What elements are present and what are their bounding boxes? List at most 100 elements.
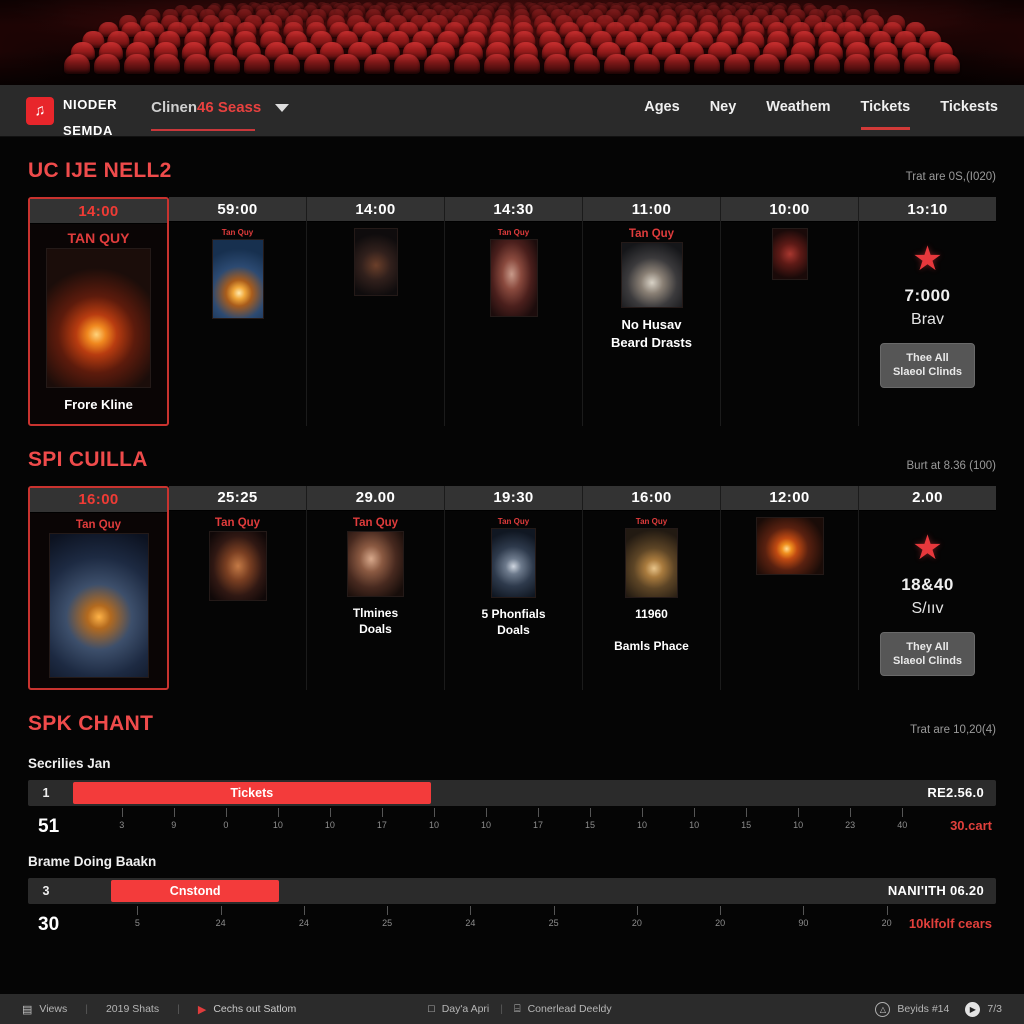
movie-subtitle: Tan Quy xyxy=(214,516,261,529)
showtime-card[interactable]: 14:30 Tan Quy xyxy=(445,197,583,426)
axis-tick-label: 10 xyxy=(689,819,700,830)
showtime-card[interactable]: 25:25 Tan Quy xyxy=(169,485,307,690)
brand[interactable]: ♫ NIODER SEMDA xyxy=(26,85,117,137)
movie-poster[interactable] xyxy=(208,530,267,601)
axis-tick-label: 0 xyxy=(223,819,229,830)
showtime-time[interactable]: 16:00 xyxy=(583,485,720,511)
chevron-down-icon[interactable] xyxy=(275,103,290,112)
nav-link-weathem[interactable]: Weathem xyxy=(766,99,830,122)
showtime-card[interactable]: 14:00 xyxy=(307,197,445,426)
chart-bar[interactable]: Cnstond xyxy=(111,879,279,902)
footer-item[interactable]: ▤ Views xyxy=(22,1003,67,1016)
star-icon: ★ xyxy=(912,240,943,278)
cinema-selector-part1: Clinen xyxy=(151,99,198,116)
movie-poster[interactable] xyxy=(620,242,683,308)
movie-poster[interactable] xyxy=(755,516,824,575)
showtime-time[interactable]: 14:00 xyxy=(30,199,167,224)
axis-tick xyxy=(590,807,592,817)
showtime-card[interactable]: 16:00 Tan Quy 11960 Bamls Phace xyxy=(583,485,721,690)
movie-poster[interactable] xyxy=(211,239,264,319)
showtime-time[interactable]: 29.00 xyxy=(307,485,444,511)
footer-item[interactable]: □ Day'a Apri xyxy=(428,1003,489,1015)
axis-tick xyxy=(329,807,331,817)
show-all-button[interactable]: Thee All Slaeol Clinds xyxy=(879,343,976,388)
chart-track[interactable]: 1 Tickets RE2.56.0 xyxy=(28,779,996,806)
footer-item-label: 7/3 xyxy=(987,1003,1002,1015)
movie-poster[interactable] xyxy=(353,228,398,296)
showtime-card-body: Tan Quy Tlmines Doals xyxy=(307,511,444,647)
nav-link-ney[interactable]: Ney xyxy=(710,99,737,122)
footer-item[interactable]: △ Beyids #14 xyxy=(875,1001,950,1017)
movie-subtitle: Tan Quy xyxy=(628,228,675,240)
showtime-time[interactable]: 1ɔ:10 xyxy=(859,197,996,222)
footer-item[interactable]: ▶ Cechs out Satlom xyxy=(198,1003,296,1016)
axis-tick-label: 90 xyxy=(798,917,809,928)
showtime-time[interactable]: 16:00 xyxy=(30,487,167,513)
chart-block: Secrilies Jan 1 Tickets RE2.56.0 51 3 9 0 10 10 17… xyxy=(28,756,996,848)
cinema-selector-dropdown[interactable]: Clinen46 Seass xyxy=(151,99,290,131)
showtime-card-featured[interactable]: 14:00 TAN QUY Frore Kline xyxy=(28,197,169,426)
footer-item[interactable]: ▶ 7/3 xyxy=(965,1001,1002,1017)
showtime-card[interactable]: 10:00 xyxy=(721,197,859,426)
axis-tick xyxy=(538,807,539,817)
showtime-card[interactable]: 19:30 Tan Quy 5 Phonfials Doals xyxy=(445,485,583,690)
movie-caption: Frore Kline xyxy=(64,397,133,412)
nav-links: Ages Ney Weathem Tickets Tickests xyxy=(644,99,998,130)
movie-subtitle: Tan Quy xyxy=(75,518,122,531)
section-header: SPI CUILLA Burt at 8.36 (100) xyxy=(28,426,996,486)
user-circle-icon: △ xyxy=(875,1001,891,1017)
play-icon: ▶ xyxy=(197,1003,207,1016)
axis-tick-label: 20 xyxy=(715,917,726,928)
axis-tick xyxy=(277,807,279,817)
showtime-time[interactable]: 11:00 xyxy=(583,197,720,222)
showtime-time[interactable]: 19:30 xyxy=(445,485,582,511)
show-all-button[interactable]: They All Slaeol Clinds xyxy=(879,631,976,677)
showtime-time[interactable]: 14:30 xyxy=(445,197,582,222)
axis-tick xyxy=(173,807,175,817)
nav-link-ages[interactable]: Ages xyxy=(644,99,679,122)
footer-item-label: Beyids #14 xyxy=(897,1003,950,1015)
movie-poster[interactable] xyxy=(625,527,678,598)
section-title: SPI CUILLA xyxy=(28,447,148,471)
footer-item-label: Conerlead Deeldy xyxy=(527,1003,612,1015)
brand-logo-glyph: ♫ xyxy=(33,101,47,120)
footer-item[interactable]: ⌸ Conerlead Deeldy xyxy=(514,1003,612,1016)
showtime-time[interactable]: 59:00 xyxy=(169,197,306,222)
movie-poster[interactable] xyxy=(46,248,151,388)
axis-tick-label: 40 xyxy=(897,819,908,830)
movie-poster[interactable] xyxy=(489,239,538,317)
axis-tick-label: 24 xyxy=(215,917,226,928)
movie-poster[interactable] xyxy=(491,527,536,598)
axis-tick xyxy=(303,905,305,915)
showtime-card[interactable]: 1ɔ:10 ★ 7:000 Brav Thee All Slaeol Clinds xyxy=(859,197,996,426)
showtime-time[interactable]: 25:25 xyxy=(169,485,306,511)
chart-axis: 30 5 24 24 25 24 25 20 20 90 20 10klfolf cears xyxy=(28,905,996,946)
chart-bar[interactable]: Tickets xyxy=(72,781,431,804)
movie-poster[interactable] xyxy=(771,228,808,280)
movie-poster[interactable] xyxy=(48,532,149,678)
summary-value: 18&40 xyxy=(901,574,954,594)
chart-list: Secrilies Jan 1 Tickets RE2.56.0 51 3 9 0 10 10 17… xyxy=(28,756,996,946)
selector-underline xyxy=(151,129,256,131)
showtime-time[interactable]: 14:00 xyxy=(307,197,444,222)
footer-item[interactable]: 2019 Shats xyxy=(106,1003,159,1015)
showtime-card[interactable]: 11:00 Tan Quy No Husav Beard Drasts xyxy=(583,197,721,426)
chart-section-meta: Trat are 10,20(4) xyxy=(910,723,996,736)
nav-link-tickests[interactable]: Tickests xyxy=(940,99,998,122)
axis-tick xyxy=(886,905,888,915)
movie-poster[interactable] xyxy=(347,530,404,597)
showtime-time[interactable]: 12:00 xyxy=(721,485,858,511)
showtime-card[interactable]: 2.00 ★ 18&40 S/ııv They All Slaeol Clinds xyxy=(859,485,996,690)
showtime-card-featured[interactable]: 16:00 Tan Quy xyxy=(28,485,169,690)
axis-tick xyxy=(381,807,383,817)
nav-link-tickets[interactable]: Tickets xyxy=(860,99,910,130)
chart-track[interactable]: 3 Cnstond NANI'ITH 06.20 xyxy=(28,877,996,904)
showtime-time[interactable]: 2.00 xyxy=(859,485,996,511)
chart-section: SPK CHANT Trat are 10,20(4) Secrilies Ja… xyxy=(0,690,1024,946)
axis-tick-label: 20 xyxy=(881,917,892,928)
showtime-time[interactable]: 10:00 xyxy=(721,197,858,222)
showtime-card[interactable]: 29.00 Tan Quy Tlmines Doals xyxy=(307,485,445,690)
axis-tick-label: 10 xyxy=(637,819,648,830)
showtime-card[interactable]: 12:00 xyxy=(721,485,859,690)
showtime-card[interactable]: 59:00 Tan Quy xyxy=(169,197,307,426)
